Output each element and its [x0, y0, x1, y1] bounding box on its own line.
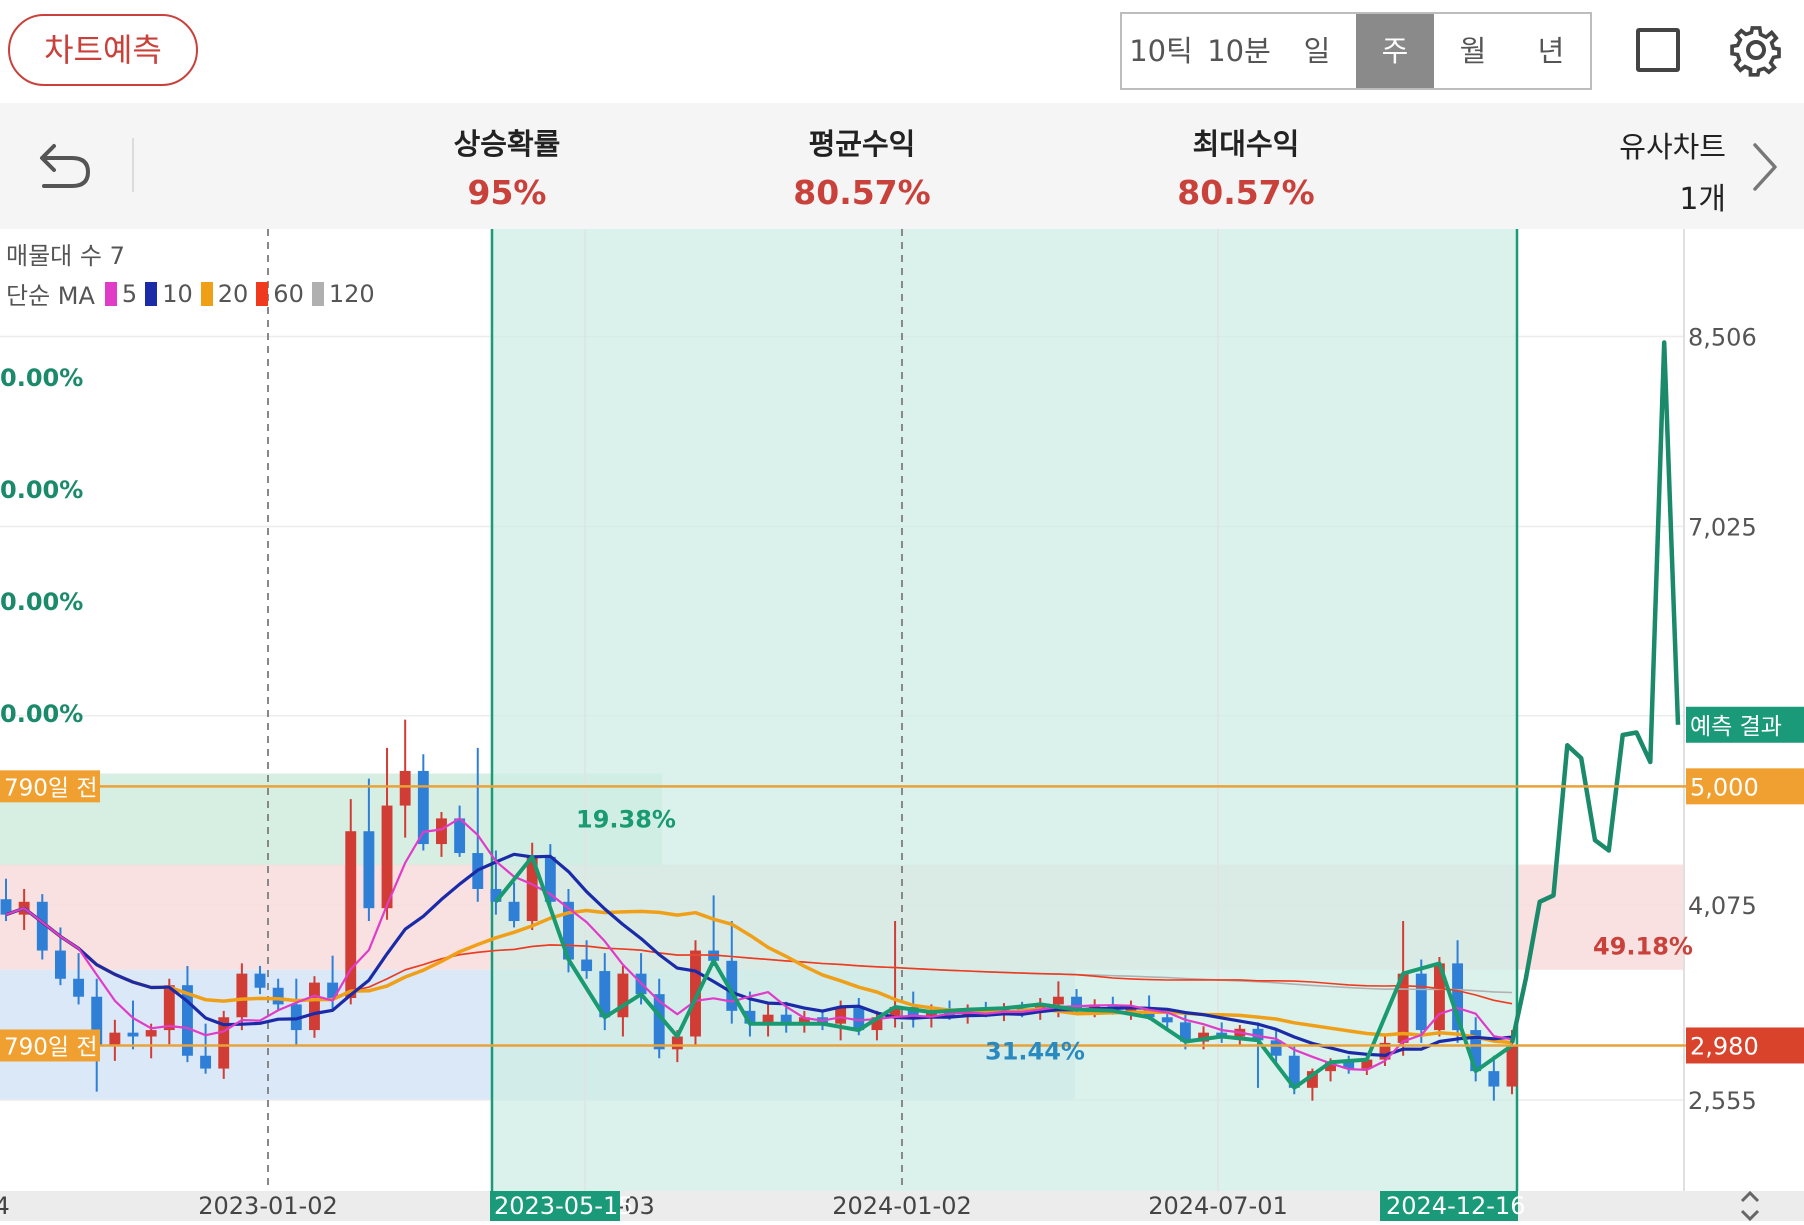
left-percent-label-3: 0.00%: [0, 700, 83, 728]
candle-body: [272, 987, 284, 1005]
zone-percent-label-0: 19.38%: [576, 805, 676, 833]
y-tick-1: 7,025: [1688, 514, 1757, 542]
candle-body: [381, 805, 393, 909]
candle-body: [508, 901, 520, 922]
period-month-tab[interactable]: 월: [1434, 14, 1512, 88]
candle-body: [436, 818, 447, 845]
chart-area[interactable]: 790일 전5,000790일 전2,9808,5067,0255,5504,0…: [0, 229, 1804, 1222]
chevron-right-icon[interactable]: [1750, 140, 1780, 194]
candle-body: [1506, 1045, 1518, 1087]
max-return-label: 최대수익: [1192, 127, 1300, 161]
y-tick-3: 4,075: [1688, 892, 1757, 920]
candle-body: [835, 1006, 847, 1024]
candle-body: [54, 950, 66, 979]
candle-body: [109, 1032, 121, 1046]
candle-body: [309, 982, 320, 1031]
ma20-swatch: [200, 281, 213, 306]
candle-body: [363, 831, 375, 909]
ma120-label: 120: [328, 279, 375, 308]
candle-body: [1270, 1040, 1282, 1056]
rise-probability-stat: 상승확률 95%: [397, 126, 617, 214]
price-badge-label-1: 2,980: [1690, 1032, 1759, 1060]
max-return-stat: 최대수익 80.57%: [1136, 126, 1356, 214]
ma-legend-title: 단순 MA: [6, 282, 95, 310]
similar-chart-count[interactable]: 1개: [1679, 174, 1726, 218]
square-icon[interactable]: [1636, 28, 1680, 72]
price-line-label-0: 790일 전: [4, 775, 98, 801]
top-toolbar: 차트예측 10틱 10분 일 주 월 년: [0, 0, 1804, 100]
y-tick-4: 2,555: [1688, 1087, 1757, 1115]
period-week-tab[interactable]: 주: [1356, 14, 1434, 88]
x-tick-4: 2024-07-01: [1148, 1192, 1287, 1220]
period-selector: 10틱 10분 일 주 월 년: [1120, 12, 1592, 90]
ma10-label: 10: [162, 279, 193, 308]
avg-return-stat: 평균수익 80.57%: [752, 126, 972, 214]
candle-body: [200, 1055, 212, 1069]
x-tick-0: 2022-07-04: [0, 1192, 10, 1220]
candle-body: [581, 959, 593, 972]
volume-profile-legend: 매물대 수 7: [6, 242, 125, 270]
candle-body: [127, 1032, 139, 1037]
ma5-label: 5: [121, 279, 138, 308]
period-10min-tab[interactable]: 10분: [1200, 14, 1278, 88]
left-percent-label-2: 0.00%: [0, 588, 83, 616]
candle-body: [399, 770, 411, 806]
undo-icon[interactable]: [36, 140, 94, 192]
ma10-swatch: [145, 281, 158, 306]
candle-body: [1052, 996, 1064, 1005]
period-year-tab[interactable]: 년: [1512, 14, 1590, 88]
candle-body: [345, 831, 357, 999]
zone-percent-label-1: 31.44%: [985, 1038, 1085, 1066]
rise-probability-value: 95%: [467, 173, 547, 212]
max-return-value: 80.57%: [1177, 173, 1315, 212]
left-percent-label-1: 0.00%: [0, 476, 83, 504]
candle-body: [617, 973, 629, 1018]
period-10tick-tab[interactable]: 10틱: [1122, 14, 1200, 88]
price-line-label-1: 790일 전: [4, 1034, 98, 1060]
zone-percent-label-2: 49.18%: [1593, 932, 1693, 960]
highlight-start-label: 2023-05-15: [494, 1192, 633, 1220]
candle-body: [236, 973, 248, 1018]
prediction-result-label: 예측 결과: [1690, 714, 1782, 740]
candle-body: [1161, 1017, 1173, 1023]
x-tick-1: 2023-01-02: [198, 1192, 337, 1220]
candle-body: [145, 1030, 157, 1037]
rise-probability-label: 상승확률: [453, 127, 561, 161]
avg-return-label: 평균수익: [808, 127, 916, 161]
stats-divider: [132, 138, 134, 192]
highlight-end-label: 2024-12-16: [1386, 1192, 1525, 1220]
left-percent-label-0: 0.00%: [0, 364, 83, 392]
period-day-tab[interactable]: 일: [1278, 14, 1356, 88]
avg-return-value: 80.57%: [793, 173, 931, 212]
x-tick-3: 2024-01-02: [832, 1192, 971, 1220]
candle-body: [254, 973, 266, 988]
ma5-swatch: [104, 281, 117, 306]
candle-body: [454, 818, 466, 854]
candle-body: [73, 978, 85, 997]
candle-body: [1415, 973, 1427, 1031]
ma120-swatch: [311, 281, 324, 306]
chart-predict-button[interactable]: 차트예측: [8, 14, 198, 86]
y-tick-0: 8,506: [1688, 324, 1757, 352]
gear-icon[interactable]: [1728, 22, 1784, 78]
ma20-label: 20: [217, 279, 249, 308]
candle-body: [1488, 1071, 1500, 1087]
price-badge-label-0: 5,000: [1690, 773, 1759, 801]
ma-legend: 단순 MA 5 10 20 60 120: [6, 276, 375, 311]
ma60-label: 60: [273, 279, 304, 308]
price-chart[interactable]: 790일 전5,000790일 전2,9808,5067,0255,5504,0…: [0, 229, 1804, 1222]
similar-chart-label[interactable]: 유사차트: [1619, 124, 1726, 166]
ma60-swatch: [256, 281, 269, 306]
